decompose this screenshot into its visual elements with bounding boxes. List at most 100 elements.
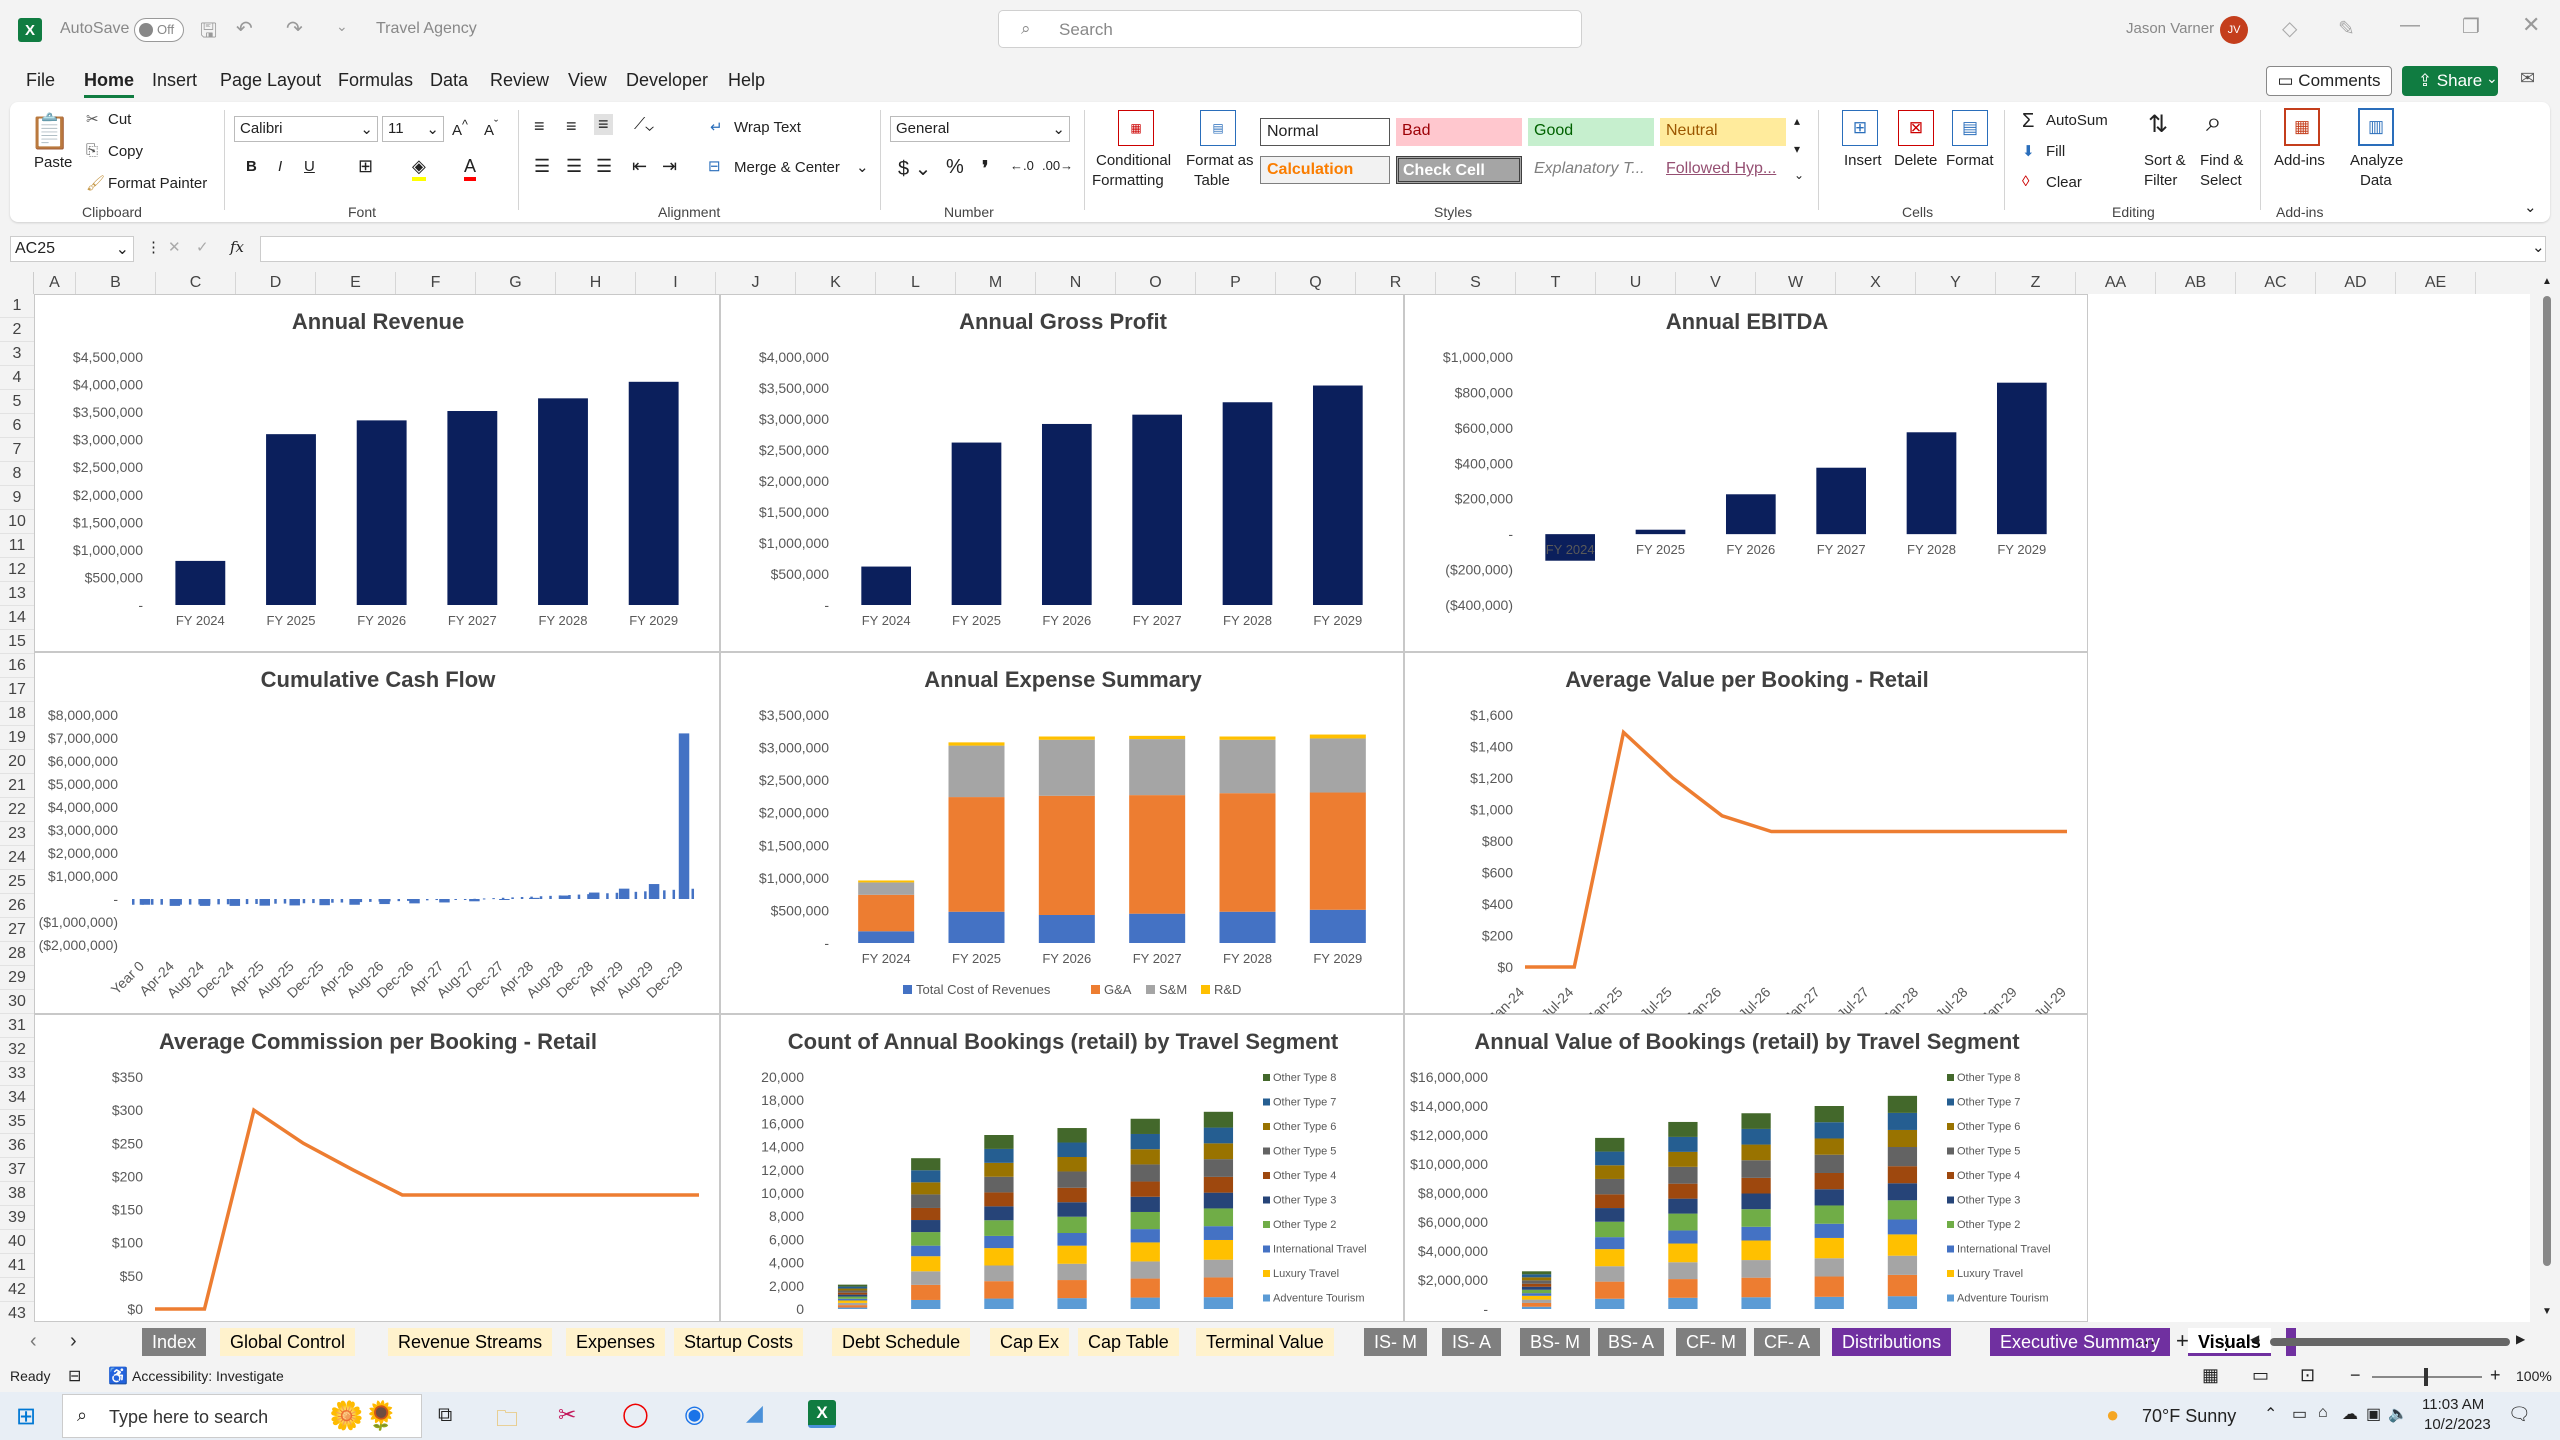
chart-1[interactable]: Annual Gross Profit $4,000,000 $3,500,000 $… bbox=[720, 294, 1404, 652]
stacked-bar-segment[interactable] bbox=[1057, 1171, 1087, 1188]
column-header[interactable]: W bbox=[1756, 272, 1836, 294]
stacked-bar-segment[interactable] bbox=[911, 1158, 941, 1171]
style-explanatory[interactable]: Explanatory T... bbox=[1528, 156, 1654, 184]
stacked-bar-segment[interactable] bbox=[858, 894, 915, 932]
orientation-icon[interactable]: ⟋⌄ bbox=[634, 116, 654, 134]
stacked-bar-segment[interactable] bbox=[1814, 1205, 1844, 1224]
opera-icon[interactable]: ◯ bbox=[622, 1400, 649, 1429]
stacked-bar-segment[interactable] bbox=[1741, 1297, 1771, 1309]
stacked-bar-segment[interactable] bbox=[1057, 1202, 1087, 1217]
stacked-bar-segment[interactable] bbox=[1057, 1245, 1087, 1264]
currency-icon[interactable]: $ ⌄ bbox=[898, 156, 931, 181]
stacked-bar-segment[interactable] bbox=[984, 1176, 1014, 1193]
menu-file[interactable]: File bbox=[26, 70, 55, 91]
row-header[interactable]: 23 bbox=[0, 822, 34, 846]
row-header[interactable]: 28 bbox=[0, 942, 34, 966]
style-neutral[interactable]: Neutral bbox=[1660, 118, 1786, 146]
stacked-bar-segment[interactable] bbox=[1521, 1293, 1552, 1296]
stacked-bar-segment[interactable] bbox=[911, 1170, 941, 1183]
stacked-bar-segment[interactable] bbox=[1057, 1128, 1087, 1143]
zoom-in-icon[interactable]: + bbox=[2490, 1365, 2501, 1386]
stacked-bar-segment[interactable] bbox=[984, 1162, 1014, 1177]
stacked-bar-segment[interactable] bbox=[1309, 738, 1366, 793]
stacked-bar-segment[interactable] bbox=[1219, 793, 1276, 912]
stacked-bar-segment[interactable] bbox=[1887, 1296, 1918, 1309]
menu-view[interactable]: View bbox=[568, 70, 607, 91]
merge-dropdown-icon[interactable]: ⌄ bbox=[856, 158, 869, 176]
stacked-bar-segment[interactable] bbox=[1219, 911, 1276, 943]
excel-taskbar-icon[interactable]: X bbox=[808, 1400, 836, 1428]
stacked-bar-segment[interactable] bbox=[1668, 1262, 1698, 1280]
stacked-bar-segment[interactable] bbox=[858, 882, 915, 895]
row-header[interactable]: 20 bbox=[0, 750, 34, 774]
styles-more-icon[interactable]: ⌄ bbox=[1794, 168, 1804, 182]
row-header[interactable]: 6 bbox=[0, 414, 34, 438]
column-header[interactable]: U bbox=[1596, 272, 1676, 294]
analyze-data-label-2[interactable]: Data bbox=[2360, 172, 2392, 189]
stacked-bar-segment[interactable] bbox=[1203, 1143, 1234, 1160]
column-header[interactable]: M bbox=[956, 272, 1036, 294]
stacked-bar-segment[interactable] bbox=[1521, 1286, 1552, 1290]
menu-formulas[interactable]: Formulas bbox=[338, 70, 413, 91]
styles-scroll-up-icon[interactable]: ▴ bbox=[1794, 114, 1800, 128]
windows-start-icon[interactable]: ⊞ bbox=[16, 1402, 36, 1431]
snipping-tool-icon[interactable]: ✂ bbox=[558, 1402, 576, 1428]
stacked-bar-segment[interactable] bbox=[1203, 1192, 1234, 1209]
avatar[interactable]: JV bbox=[2220, 16, 2248, 44]
bar[interactable] bbox=[678, 733, 690, 899]
stacked-bar-segment[interactable] bbox=[984, 1281, 1014, 1299]
sheet-tab[interactable]: CF- A bbox=[1754, 1328, 1821, 1356]
insert-function-icon[interactable]: fx bbox=[230, 238, 244, 256]
row-header[interactable]: 25 bbox=[0, 870, 34, 894]
column-header[interactable]: B bbox=[76, 272, 156, 294]
sheet-tab[interactable]: Index bbox=[142, 1328, 207, 1356]
column-header[interactable]: D bbox=[236, 272, 316, 294]
stacked-bar-segment[interactable] bbox=[1057, 1187, 1087, 1203]
stacked-bar-segment[interactable] bbox=[1057, 1232, 1087, 1246]
stacked-bar-segment[interactable] bbox=[1814, 1223, 1844, 1238]
diamond-icon[interactable]: ◇ bbox=[2282, 16, 2297, 41]
column-header[interactable]: J bbox=[716, 272, 796, 294]
stacked-bar-segment[interactable] bbox=[1057, 1263, 1087, 1281]
chart-4[interactable]: Annual Expense Summary $3,500,000 $3,000,0… bbox=[720, 652, 1404, 1014]
stacked-bar-segment[interactable] bbox=[1595, 1151, 1625, 1166]
bold-icon[interactable]: B bbox=[246, 158, 257, 175]
display-icon[interactable]: ▭ bbox=[2292, 1404, 2307, 1424]
vertical-scroll-thumb[interactable] bbox=[2543, 296, 2551, 1266]
page-break-view-icon[interactable]: ⊡ bbox=[2300, 1365, 2315, 1386]
stacked-bar-segment[interactable] bbox=[1521, 1274, 1552, 1278]
stacked-bar-segment[interactable] bbox=[1309, 792, 1366, 910]
stacked-bar-segment[interactable] bbox=[1741, 1193, 1771, 1210]
column-header[interactable]: AD bbox=[2316, 272, 2396, 294]
stacked-bar-segment[interactable] bbox=[1668, 1136, 1698, 1152]
stacked-bar-segment[interactable] bbox=[1309, 909, 1366, 943]
merge-center-button[interactable]: Merge & Center bbox=[734, 159, 840, 176]
style-check-cell[interactable]: Check Cell bbox=[1396, 156, 1522, 184]
stacked-bar-segment[interactable] bbox=[858, 880, 915, 883]
cloud-icon[interactable]: ☁ bbox=[2342, 1404, 2358, 1424]
bar[interactable] bbox=[139, 899, 151, 905]
sheet-tab[interactable]: IS- M bbox=[1364, 1328, 1427, 1356]
stacked-bar-segment[interactable] bbox=[911, 1299, 941, 1309]
autosum-button[interactable]: AutoSum bbox=[2046, 112, 2108, 129]
stacked-bar-segment[interactable] bbox=[1521, 1277, 1552, 1281]
stacked-bar-segment[interactable] bbox=[911, 1232, 941, 1246]
stacked-bar-segment[interactable] bbox=[1595, 1221, 1625, 1238]
stacked-bar-segment[interactable] bbox=[911, 1256, 941, 1272]
stacked-bar-segment[interactable] bbox=[911, 1245, 941, 1257]
expand-formula-icon[interactable]: ⌄ bbox=[2532, 238, 2545, 256]
stacked-bar-segment[interactable] bbox=[948, 745, 1005, 798]
conditional-formatting-label-2[interactable]: Formatting bbox=[1092, 172, 1164, 189]
stacked-bar-segment[interactable] bbox=[1219, 736, 1276, 740]
stacked-bar-segment[interactable] bbox=[1814, 1296, 1844, 1309]
stacked-bar-segment[interactable] bbox=[911, 1220, 941, 1233]
stacked-bar-segment[interactable] bbox=[1203, 1208, 1234, 1227]
vertical-scrollbar[interactable]: ▲ ▼ bbox=[2538, 276, 2556, 1322]
row-header[interactable]: 19 bbox=[0, 726, 34, 750]
copy-button[interactable]: Copy bbox=[108, 143, 143, 160]
stacked-bar-segment[interactable] bbox=[837, 1292, 868, 1295]
bar[interactable] bbox=[538, 398, 588, 605]
stacked-bar-segment[interactable] bbox=[984, 1206, 1014, 1221]
stacked-bar-segment[interactable] bbox=[1741, 1113, 1771, 1129]
stacked-bar-segment[interactable] bbox=[1129, 735, 1186, 740]
